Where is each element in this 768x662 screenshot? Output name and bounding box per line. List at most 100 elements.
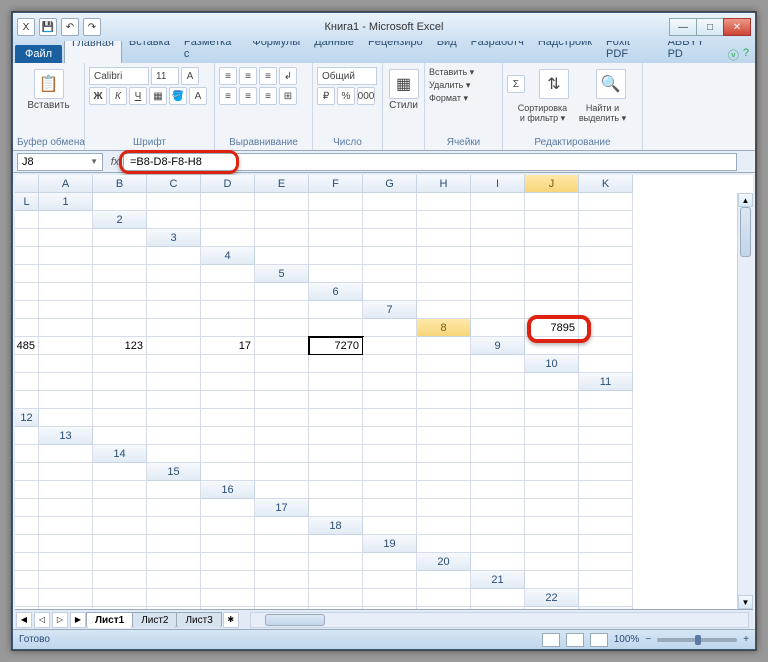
cell-C16[interactable]	[363, 481, 417, 499]
cell-E7[interactable]	[15, 319, 39, 337]
cell-H3[interactable]	[579, 229, 633, 247]
cell-F12[interactable]	[309, 409, 363, 427]
cell-K9[interactable]	[417, 355, 471, 373]
cell-C12[interactable]	[147, 409, 201, 427]
cell-F17[interactable]	[579, 499, 633, 517]
cell-H6[interactable]	[93, 301, 147, 319]
cell-B1[interactable]	[147, 193, 201, 211]
zoom-in-button[interactable]: +	[743, 634, 749, 645]
cell-H10[interactable]	[309, 373, 363, 391]
cell-D14[interactable]	[309, 445, 363, 463]
cell-A21[interactable]	[525, 571, 579, 589]
cell-E3[interactable]	[417, 229, 471, 247]
cell-G15[interactable]	[525, 463, 579, 481]
cell-E6[interactable]	[579, 283, 633, 301]
cell-F13[interactable]	[363, 427, 417, 445]
cell-J4[interactable]	[93, 265, 147, 283]
cell-K6[interactable]	[255, 301, 309, 319]
cell-K19[interactable]	[309, 553, 363, 571]
cell-L20[interactable]	[417, 571, 471, 589]
cell-A19[interactable]	[417, 535, 471, 553]
row-header-9[interactable]: 9	[471, 337, 525, 355]
redo-icon[interactable]: ↷	[83, 18, 101, 36]
help-icon[interactable]: ?	[743, 47, 749, 63]
sheet-tab-2[interactable]: Лист3	[176, 612, 221, 628]
sheet-tab-0[interactable]: Лист1	[86, 612, 133, 628]
cell-G17[interactable]	[15, 517, 39, 535]
cell-K7[interactable]	[309, 319, 363, 337]
row-header-14[interactable]: 14	[93, 445, 147, 463]
cell-J18[interactable]	[201, 535, 255, 553]
col-header-G[interactable]: G	[363, 175, 417, 193]
cell-H14[interactable]	[525, 445, 579, 463]
cell-J10[interactable]	[417, 373, 471, 391]
row-header-18[interactable]: 18	[309, 517, 363, 535]
comma-button[interactable]: 000	[357, 87, 375, 105]
cell-H12[interactable]	[417, 409, 471, 427]
cell-E14[interactable]	[363, 445, 417, 463]
row-header-6[interactable]: 6	[309, 283, 363, 301]
cell-I3[interactable]	[15, 247, 39, 265]
page-layout-view-button[interactable]	[566, 633, 584, 647]
spreadsheet-grid[interactable]: ABCDEFGHIJKL1234567878954851231772709101…	[15, 175, 753, 609]
cell-E20[interactable]	[39, 571, 93, 589]
fx-icon[interactable]: fx	[107, 156, 123, 168]
cell-K18[interactable]	[255, 535, 309, 553]
cell-K14[interactable]	[39, 463, 93, 481]
bold-button[interactable]: Ж	[89, 87, 107, 105]
cell-D11[interactable]	[147, 391, 201, 409]
format-cells-button[interactable]: Формат ▾	[429, 93, 498, 104]
styles-button[interactable]: ▦ Стили	[383, 67, 425, 113]
cell-I11[interactable]	[417, 391, 471, 409]
cell-G12[interactable]	[363, 409, 417, 427]
cell-G19[interactable]	[93, 553, 147, 571]
scroll-thumb[interactable]	[740, 207, 751, 257]
cell-C21[interactable]	[15, 589, 39, 607]
cell-I2[interactable]	[579, 211, 633, 229]
cell-C6[interactable]	[471, 283, 525, 301]
align-bot-button[interactable]: ≡	[259, 67, 277, 85]
cell-G1[interactable]	[417, 193, 471, 211]
cell-J1[interactable]	[579, 193, 633, 211]
row-header-15[interactable]: 15	[147, 463, 201, 481]
cell-E18[interactable]	[579, 517, 633, 535]
row-header-2[interactable]: 2	[93, 211, 147, 229]
cell-E12[interactable]	[255, 409, 309, 427]
cell-D13[interactable]	[255, 427, 309, 445]
cell-F6[interactable]	[15, 301, 39, 319]
cell-F10[interactable]	[201, 373, 255, 391]
cell-B16[interactable]	[309, 481, 363, 499]
cell-J3[interactable]	[39, 247, 93, 265]
cell-A16[interactable]	[255, 481, 309, 499]
cell-A12[interactable]	[39, 409, 93, 427]
cell-I17[interactable]	[93, 517, 147, 535]
cell-D2[interactable]	[309, 211, 363, 229]
formula-input[interactable]: =B8-D8-F8-H8	[123, 153, 737, 171]
cell-D20[interactable]	[15, 571, 39, 589]
cell-F16[interactable]	[525, 481, 579, 499]
cell-K12[interactable]	[579, 409, 633, 427]
row-header-17[interactable]: 17	[255, 499, 309, 517]
cell-K17[interactable]	[201, 517, 255, 535]
fill-color-button[interactable]: 🪣	[169, 87, 187, 105]
cell-F18[interactable]	[15, 535, 39, 553]
cell-A15[interactable]	[201, 463, 255, 481]
insert-cells-button[interactable]: Вставить ▾	[429, 67, 498, 78]
cell-G8[interactable]	[147, 337, 201, 355]
cell-C9[interactable]	[15, 355, 39, 373]
align-mid-button[interactable]: ≡	[239, 67, 257, 85]
cell-D19[interactable]	[579, 535, 633, 553]
cell-J7[interactable]	[255, 319, 309, 337]
cell-B14[interactable]	[201, 445, 255, 463]
cell-B20[interactable]	[525, 553, 579, 571]
cell-I21[interactable]	[309, 589, 363, 607]
merge-button[interactable]: ⊞	[279, 87, 297, 105]
cell-B19[interactable]	[471, 535, 525, 553]
cell-C11[interactable]	[93, 391, 147, 409]
cell-C18[interactable]	[471, 517, 525, 535]
row-header-4[interactable]: 4	[201, 247, 255, 265]
cell-G6[interactable]	[39, 301, 93, 319]
delete-cells-button[interactable]: Удалить ▾	[429, 80, 498, 91]
currency-button[interactable]: ₽	[317, 87, 335, 105]
cell-L6[interactable]	[309, 301, 363, 319]
